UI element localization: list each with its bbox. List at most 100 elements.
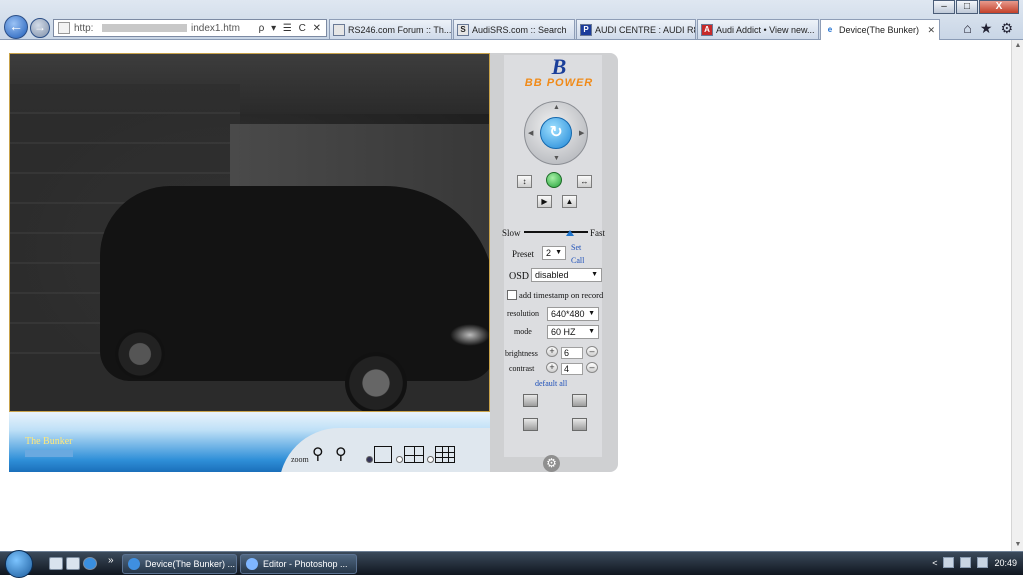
close-window-button[interactable]: X — [979, 0, 1019, 14]
play-icon[interactable]: ▶ — [537, 195, 552, 208]
dropdown-arrow-icon: ▼ — [555, 249, 562, 256]
brightness-decrease-icon[interactable]: – — [586, 346, 598, 357]
preset-value: 2 — [546, 248, 552, 258]
tray-expand-icon[interactable]: < — [932, 558, 937, 568]
back-button[interactable]: ← — [4, 15, 28, 39]
timestamp-checkbox[interactable] — [507, 290, 517, 300]
tab-label: Audi Addict • View new... — [716, 24, 815, 35]
url-suffix: index1.htm — [191, 22, 240, 34]
home-icon[interactable]: ⌂ — [963, 20, 971, 37]
tab-audisrs-search[interactable]: S AudiSRS.com :: Search — [453, 19, 575, 39]
preset-set-link[interactable]: Set — [571, 243, 581, 252]
osd-select[interactable]: disabled ▼ — [531, 268, 602, 282]
windows-taskbar: » Device(The Bunker) ... Editor - Photos… — [0, 550, 1023, 578]
camera-video-feed[interactable] — [9, 53, 490, 412]
taskbar-item-photoshop[interactable]: Editor - Photoshop ... — [240, 554, 357, 574]
zoom-label: zoom — [291, 455, 309, 464]
show-desktop-icon[interactable] — [66, 557, 80, 570]
preset-select[interactable]: 2 ▼ — [542, 246, 566, 260]
video-car-wheel — [115, 329, 165, 379]
talk-icon[interactable] — [572, 418, 587, 431]
camera-sub-redacted — [25, 450, 73, 457]
speed-slider[interactable] — [524, 230, 588, 236]
contrast-increase-icon[interactable]: + — [546, 362, 558, 373]
tab-device-the-bunker[interactable]: e Device(The Bunker) ✕ — [820, 19, 940, 40]
maximize-button[interactable]: □ — [956, 0, 978, 14]
brightness-increase-icon[interactable]: + — [546, 346, 558, 357]
address-bar[interactable]: http: index1.htm ρ ▾ ☰ C ✕ — [53, 19, 327, 37]
speed-slider-thumb[interactable] — [566, 230, 574, 236]
settings-gear-icon[interactable]: ⚙ — [1000, 20, 1013, 37]
snapshot-icon[interactable] — [523, 394, 538, 407]
tilt-down-arrow-icon[interactable]: ▼ — [553, 155, 560, 162]
contrast-value[interactable]: 4 — [561, 363, 583, 375]
quicklaunch-overflow-icon[interactable]: » — [108, 555, 114, 566]
stop-up-icon[interactable]: ▲ — [562, 195, 577, 208]
record-icon[interactable] — [572, 394, 587, 407]
center-rotate-icon[interactable]: ↻ — [540, 117, 572, 149]
camera-name: The Bunker — [25, 436, 73, 447]
internet-explorer-icon[interactable] — [83, 557, 97, 570]
speed-fast-label: Fast — [590, 228, 606, 238]
brand-logo: B BB POWER — [514, 54, 604, 95]
scroll-up-arrow-icon[interactable]: ▲ — [1012, 40, 1023, 52]
tilt-up-arrow-icon[interactable]: ▲ — [553, 104, 560, 111]
minimize-button[interactable]: – — [933, 0, 955, 14]
brightness-value[interactable]: 6 — [561, 347, 583, 359]
view-mode-radio-nine[interactable] — [427, 456, 434, 463]
page-icon — [58, 22, 70, 34]
browser-chrome: – □ X ← → http: index1.htm ρ ▾ ☰ C ✕ RS2… — [0, 0, 1023, 40]
quicklaunch-icon[interactable] — [49, 557, 63, 570]
view-mode-radio-quad[interactable] — [396, 456, 403, 463]
zoom-in-icon[interactable]: ⚲ — [335, 447, 347, 463]
device-settings-icon[interactable]: ⚙ — [543, 455, 560, 472]
patrol-status-button[interactable] — [546, 172, 562, 188]
favorites-star-icon[interactable]: ★ — [980, 20, 993, 37]
taskbar-item-browser[interactable]: Device(The Bunker) ... — [122, 554, 237, 574]
audio-icon[interactable] — [523, 418, 538, 431]
vertical-patrol-icon[interactable]: ↕ — [517, 175, 532, 188]
scroll-down-arrow-icon[interactable]: ▼ — [1012, 539, 1023, 551]
photoshop-icon — [246, 558, 258, 570]
pan-tilt-control[interactable]: ▲ ▼ ◀ ▶ ↻ — [524, 101, 588, 165]
tab-close-icon[interactable]: ✕ — [927, 25, 939, 36]
vertical-scrollbar[interactable]: ▲ ▼ — [1011, 40, 1023, 551]
pan-right-arrow-icon[interactable]: ▶ — [579, 129, 584, 137]
tab-audi-addict[interactable]: A Audi Addict • View new... — [697, 19, 819, 39]
contrast-decrease-icon[interactable]: – — [586, 362, 598, 373]
tray-app-icon[interactable] — [943, 557, 955, 568]
tab-label: RS246.com Forum :: Th... — [348, 24, 452, 35]
browser-toolbar-icons: ⌂ ★ ⚙ — [963, 20, 1013, 37]
mode-value: 60 HZ — [551, 327, 576, 337]
resolution-select[interactable]: 640*480 ▼ — [547, 307, 599, 321]
tray-network-icon[interactable] — [960, 557, 972, 568]
logo-text: BB POWER — [524, 77, 594, 89]
tab-favicon-icon: P — [580, 23, 592, 36]
zoom-out-icon[interactable]: ⚲ — [312, 447, 324, 463]
resolution-value: 640*480 — [551, 309, 585, 319]
single-view-icon[interactable] — [374, 446, 392, 463]
internet-explorer-icon — [128, 558, 140, 570]
url-prefix: http: — [74, 22, 94, 34]
preset-call-link[interactable]: Call — [571, 256, 584, 265]
default-all-link[interactable]: default all — [535, 379, 567, 388]
system-tray: < 20:49 — [932, 557, 1017, 568]
clock[interactable]: 20:49 — [994, 558, 1017, 568]
horizontal-patrol-icon[interactable]: ↔ — [577, 175, 592, 188]
quad-view-icon[interactable] — [404, 446, 424, 463]
start-button[interactable] — [5, 550, 33, 578]
timestamp-label: add timestamp on record — [519, 290, 604, 300]
brightness-label: brightness — [505, 349, 538, 358]
forward-button[interactable]: → — [30, 18, 50, 38]
video-headlight — [450, 324, 489, 346]
address-tools-icons[interactable]: ρ ▾ ☰ C ✕ — [259, 23, 326, 34]
pan-left-arrow-icon[interactable]: ◀ — [528, 129, 533, 137]
nine-view-icon[interactable] — [435, 446, 455, 463]
view-mode-radio-single[interactable] — [366, 456, 373, 463]
osd-value: disabled — [535, 270, 569, 280]
tray-volume-icon[interactable] — [977, 557, 989, 568]
tab-rs246-forum[interactable]: RS246.com Forum :: Th... — [329, 19, 452, 39]
mode-select[interactable]: 60 HZ ▼ — [547, 325, 599, 339]
tab-audi-centre[interactable]: P AUDI CENTRE : AUDI R8 ... — [576, 19, 696, 39]
logo-mark: B — [551, 54, 567, 79]
